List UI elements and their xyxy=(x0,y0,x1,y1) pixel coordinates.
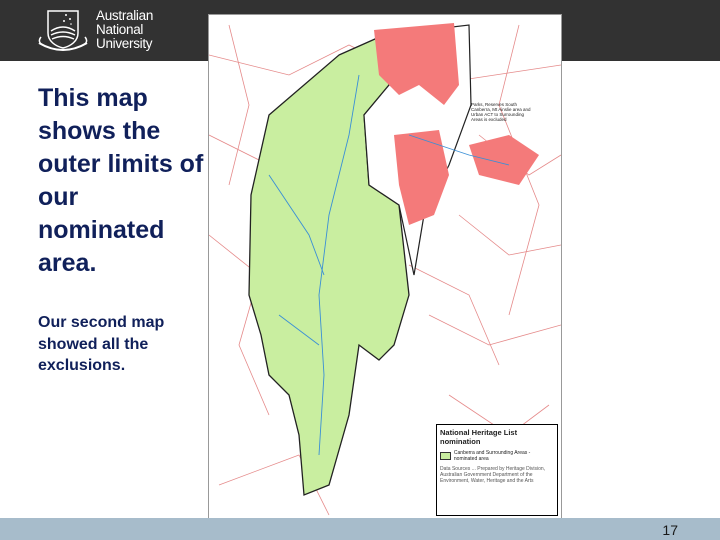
university-name: Australian National University xyxy=(96,9,153,51)
slide-subtitle: Our second map showed all the exclusions… xyxy=(38,314,165,374)
nominated-area-swatch xyxy=(440,452,451,460)
legend-title: National Heritage List nomination xyxy=(440,428,518,446)
logo-line: Australian xyxy=(96,8,154,23)
legend-row: Canberra and Surrounding Areas - nominat… xyxy=(440,450,554,462)
legend-sources: Data Sources ... Prepared by Heritage Di… xyxy=(440,466,546,484)
logo-line: University xyxy=(96,36,153,51)
page-number: 17 xyxy=(662,522,678,538)
exclusion-note: Parks, Reserves South Canberra, Mt Ainsl… xyxy=(471,102,531,122)
logo-line: National xyxy=(96,22,144,37)
legend-entry: Canberra and Surrounding Areas - nominat… xyxy=(453,450,531,462)
map-legend: National Heritage List nomination Canber… xyxy=(436,424,558,516)
footer-bar: 17 xyxy=(0,518,720,540)
slide-title: This map shows the outer limits of our n… xyxy=(38,84,204,277)
